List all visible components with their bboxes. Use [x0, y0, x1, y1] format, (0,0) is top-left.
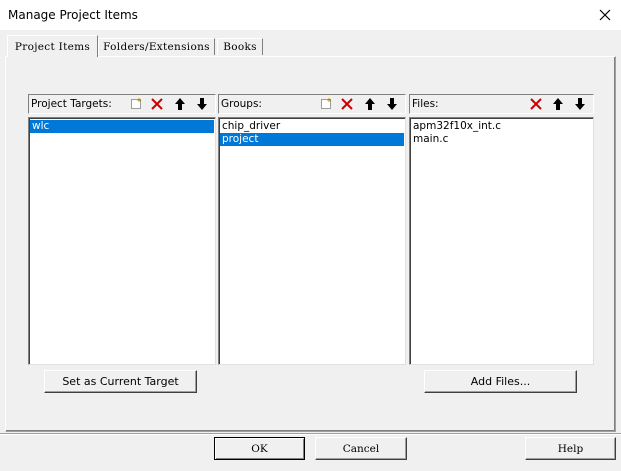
- ok-button[interactable]: OK: [214, 437, 305, 460]
- tab-project-items[interactable]: Project Items: [7, 35, 98, 57]
- list-item-group[interactable]: chip_driver: [220, 120, 404, 133]
- button-label: Help: [557, 442, 584, 455]
- list-item-target[interactable]: wlc: [30, 120, 214, 133]
- move-down-icon: [575, 98, 585, 110]
- move-up-icon: [553, 98, 563, 110]
- new-item-icon: [321, 98, 331, 109]
- list-item-file[interactable]: apm32f10x_int.c: [411, 120, 592, 133]
- groups-label: Groups:: [221, 98, 262, 110]
- targets-label: Project Targets:: [31, 98, 112, 110]
- move-up-icon: [175, 98, 185, 110]
- delete-target-button[interactable]: [147, 96, 167, 112]
- new-target-button[interactable]: [126, 96, 146, 112]
- move-target-down-button[interactable]: [192, 96, 212, 112]
- delete-icon: [530, 98, 542, 110]
- move-down-icon: [197, 98, 207, 110]
- footer-separator-highlight: [0, 434, 621, 435]
- move-file-down-button[interactable]: [570, 96, 590, 112]
- help-button[interactable]: Help: [525, 437, 616, 460]
- button-label: Set as Current Target: [62, 375, 179, 388]
- set-current-target-button[interactable]: Set as Current Target: [44, 370, 197, 393]
- files-list[interactable]: apm32f10x_int.c main.c: [409, 117, 594, 365]
- groups-list[interactable]: chip_driver project: [218, 117, 406, 365]
- move-down-icon: [387, 98, 397, 110]
- move-target-up-button[interactable]: [170, 96, 190, 112]
- tab-folders-extensions[interactable]: Folders/Extensions: [98, 38, 215, 55]
- delete-group-button[interactable]: [337, 96, 357, 112]
- delete-icon: [341, 98, 353, 110]
- new-item-icon: [131, 98, 141, 109]
- move-group-down-button[interactable]: [382, 96, 402, 112]
- delete-icon: [151, 98, 163, 110]
- tab-label: Books: [223, 41, 257, 53]
- tab-panel-project-items: Project Targets: wlc Set as Current Targ…: [5, 56, 616, 432]
- files-label: Files:: [412, 98, 439, 110]
- button-label: OK: [251, 442, 268, 455]
- delete-file-button[interactable]: [526, 96, 546, 112]
- button-label: Add Files...: [470, 375, 531, 388]
- title-bar: Manage Project Items: [0, 0, 621, 30]
- move-group-up-button[interactable]: [360, 96, 380, 112]
- window-title: Manage Project Items: [8, 8, 138, 22]
- targets-list[interactable]: wlc: [28, 117, 216, 365]
- button-label: Cancel: [342, 442, 380, 455]
- list-item-group[interactable]: project: [220, 133, 404, 146]
- close-icon: [599, 9, 610, 21]
- close-button[interactable]: [588, 0, 621, 30]
- tab-books[interactable]: Books: [217, 38, 263, 55]
- move-file-up-button[interactable]: [548, 96, 568, 112]
- targets-header: Project Targets:: [28, 94, 216, 114]
- tab-label: Folders/Extensions: [103, 41, 210, 53]
- add-files-button[interactable]: Add Files...: [424, 370, 577, 393]
- new-group-button[interactable]: [316, 96, 336, 112]
- groups-header: Groups:: [218, 94, 406, 114]
- list-item-file[interactable]: main.c: [411, 133, 592, 146]
- files-header: Files:: [409, 94, 594, 114]
- cancel-button[interactable]: Cancel: [315, 437, 407, 460]
- move-up-icon: [365, 98, 375, 110]
- tab-label: Project Items: [14, 40, 91, 53]
